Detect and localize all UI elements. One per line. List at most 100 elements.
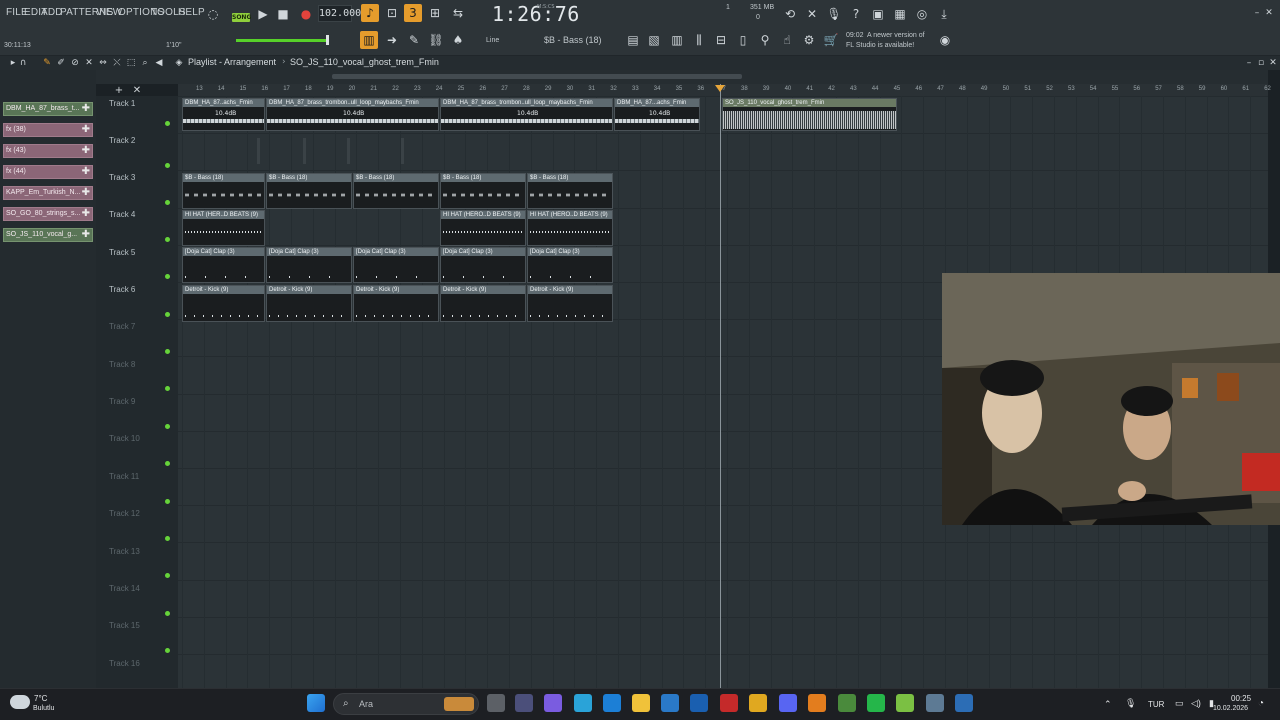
record-icon[interactable]: ●: [297, 5, 315, 23]
plugin-icon[interactable]: ▦: [891, 5, 909, 23]
pattern-clip[interactable]: $B - Bass (18): [440, 173, 526, 209]
countdown-icon[interactable]: 3: [404, 4, 422, 22]
weather-cloud-icon[interactable]: [10, 695, 30, 709]
metronome-icon[interactable]: ♪: [361, 4, 379, 22]
add-icon[interactable]: ✚: [82, 124, 90, 136]
language-indicator[interactable]: TUR: [1148, 700, 1164, 709]
track-name[interactable]: Track 16: [109, 659, 140, 668]
track-name[interactable]: Track 1: [109, 99, 135, 108]
picker-item[interactable]: fx (44) ✚: [3, 165, 93, 179]
tempo-display[interactable]: 102.000: [318, 5, 361, 22]
track-enable-led[interactable]: [165, 573, 170, 578]
track-enable-led[interactable]: [165, 274, 170, 279]
microphone-tray-icon[interactable]: 🎙: [1125, 698, 1136, 709]
add-icon[interactable]: ✚: [82, 187, 90, 199]
line-tool-label[interactable]: Line: [486, 37, 499, 44]
chrome-icon[interactable]: [838, 694, 856, 712]
track-enable-led[interactable]: [165, 200, 170, 205]
add-icon[interactable]: ✚: [82, 166, 90, 178]
track-name[interactable]: Track 12: [109, 509, 140, 518]
track-enable-led[interactable]: [165, 121, 170, 126]
download-icon[interactable]: ⤓: [935, 5, 953, 23]
pattern-clip[interactable]: [Doja Cat] Clap (3): [440, 247, 526, 283]
close-icon[interactable]: ✕: [1260, 4, 1278, 22]
discord-icon[interactable]: [779, 694, 797, 712]
whatsapp-icon[interactable]: [867, 694, 885, 712]
store-icon[interactable]: [690, 694, 708, 712]
pattern-clip[interactable]: [Doja Cat] Clap (3): [527, 247, 613, 283]
taskbar-search[interactable]: ⌕ Ara: [333, 693, 479, 715]
copilot-icon[interactable]: [544, 694, 562, 712]
edge-icon[interactable]: [574, 694, 592, 712]
track-name[interactable]: Track 11: [109, 472, 139, 481]
master-volume-knob[interactable]: [326, 35, 329, 45]
pattern-clip[interactable]: Detroit - Kick (9): [527, 285, 613, 322]
pattern-clip[interactable]: Detroit - Kick (9): [353, 285, 439, 322]
track-name[interactable]: Track 6: [109, 285, 135, 294]
pattern-clip[interactable]: Detroit - Kick (9): [440, 285, 526, 322]
pattern-clip[interactable]: $B - Bass (18): [266, 173, 352, 209]
track-enable-led[interactable]: [165, 499, 170, 504]
opera-icon[interactable]: [720, 694, 738, 712]
wait-input-icon[interactable]: ⊡: [383, 4, 401, 22]
app-r-icon[interactable]: [749, 694, 767, 712]
help-icon[interactable]: ?: [847, 5, 865, 23]
track-enable-led[interactable]: [165, 536, 170, 541]
stamp-icon[interactable]: ♠: [449, 31, 467, 49]
automation-marker[interactable]: [257, 138, 260, 164]
audio-clip-vocal[interactable]: SO_JS_110_vocal_ghost_trem_Fmin: [722, 98, 897, 131]
automation-marker[interactable]: [303, 138, 306, 164]
pattern-clip[interactable]: HI HAT (HER..D BEATS (9): [182, 210, 265, 246]
volume-icon[interactable]: ◁): [1191, 698, 1201, 709]
track-name[interactable]: Track 14: [109, 584, 140, 593]
outlook-icon[interactable]: [661, 694, 679, 712]
picker-item[interactable]: fx (38) ✚: [3, 123, 93, 137]
draw-icon[interactable]: ✎: [405, 31, 423, 49]
song-mode-badge[interactable]: SONG: [232, 13, 251, 22]
windows-start-icon[interactable]: [307, 694, 325, 712]
master-volume-slider[interactable]: [236, 39, 328, 42]
playhead-marker-icon[interactable]: [715, 85, 725, 92]
notepad-icon[interactable]: [955, 694, 973, 712]
tray-chevron-icon[interactable]: ⌃: [1104, 699, 1112, 710]
audio-clip[interactable]: DBM_HA_87_brass_trombon..ull_loop_maybac…: [266, 98, 439, 131]
microphone-icon[interactable]: 🎙: [825, 5, 843, 23]
channel-rack-icon[interactable]: ▧: [645, 31, 663, 49]
pattern-clip[interactable]: Detroit - Kick (9): [182, 285, 265, 322]
image-viewer-icon[interactable]: [926, 694, 944, 712]
pattern-clip[interactable]: HI HAT (HERO..D BEATS (9): [527, 210, 613, 246]
chat-icon[interactable]: ◎: [913, 5, 931, 23]
picker-item[interactable]: SO_JS_110_vocal_g... ✚: [3, 228, 93, 242]
tools-icon[interactable]: ⚙: [800, 31, 818, 49]
weather-description[interactable]: Bulutlu: [33, 705, 54, 712]
pattern-clip[interactable]: HI HAT (HERO..D BEATS (9): [440, 210, 526, 246]
plugin-picker-icon[interactable]: ⚲: [756, 31, 774, 49]
teams-icon[interactable]: [515, 694, 533, 712]
network-icon[interactable]: ▭: [1175, 698, 1184, 709]
pattern-clip[interactable]: $B - Bass (18): [527, 173, 613, 209]
menu-help[interactable]: HELP: [178, 7, 205, 18]
track-enable-led[interactable]: [165, 312, 170, 317]
mixer-faders-icon[interactable]: ⫼: [690, 31, 708, 49]
pattern-clip[interactable]: [Doja Cat] Clap (3): [353, 247, 439, 283]
track-name[interactable]: Track 4: [109, 210, 135, 219]
pattern-selector[interactable]: $B - Bass (18): [544, 35, 602, 45]
browser-icon[interactable]: ⊟: [712, 31, 730, 49]
piano-icon[interactable]: ▥: [668, 31, 686, 49]
mixer-icon[interactable]: ✕: [803, 5, 821, 23]
audio-clip[interactable]: DBM_HA_87..achs_Fmin 10.4dB: [182, 98, 265, 131]
clock-date[interactable]: 10.02.2026: [1213, 705, 1248, 712]
step-edit-icon[interactable]: ⊞: [426, 4, 444, 22]
picker-item[interactable]: fx (43) ✚: [3, 144, 93, 158]
playlist-icon[interactable]: ▤: [624, 31, 642, 49]
cart-icon[interactable]: 🛒: [822, 31, 840, 49]
add-icon[interactable]: ✚: [82, 103, 90, 115]
task-view-icon[interactable]: [487, 694, 505, 712]
track-name[interactable]: Track 8: [109, 360, 135, 369]
picker-item[interactable]: SO_GO_80_strings_s... ✚: [3, 207, 93, 221]
track-enable-led[interactable]: [165, 648, 170, 653]
arrow-icon[interactable]: ➜: [383, 31, 401, 49]
track-enable-led[interactable]: [165, 461, 170, 466]
template-icon[interactable]: ▯: [734, 31, 752, 49]
piano-roll-icon[interactable]: ▥: [360, 31, 378, 49]
